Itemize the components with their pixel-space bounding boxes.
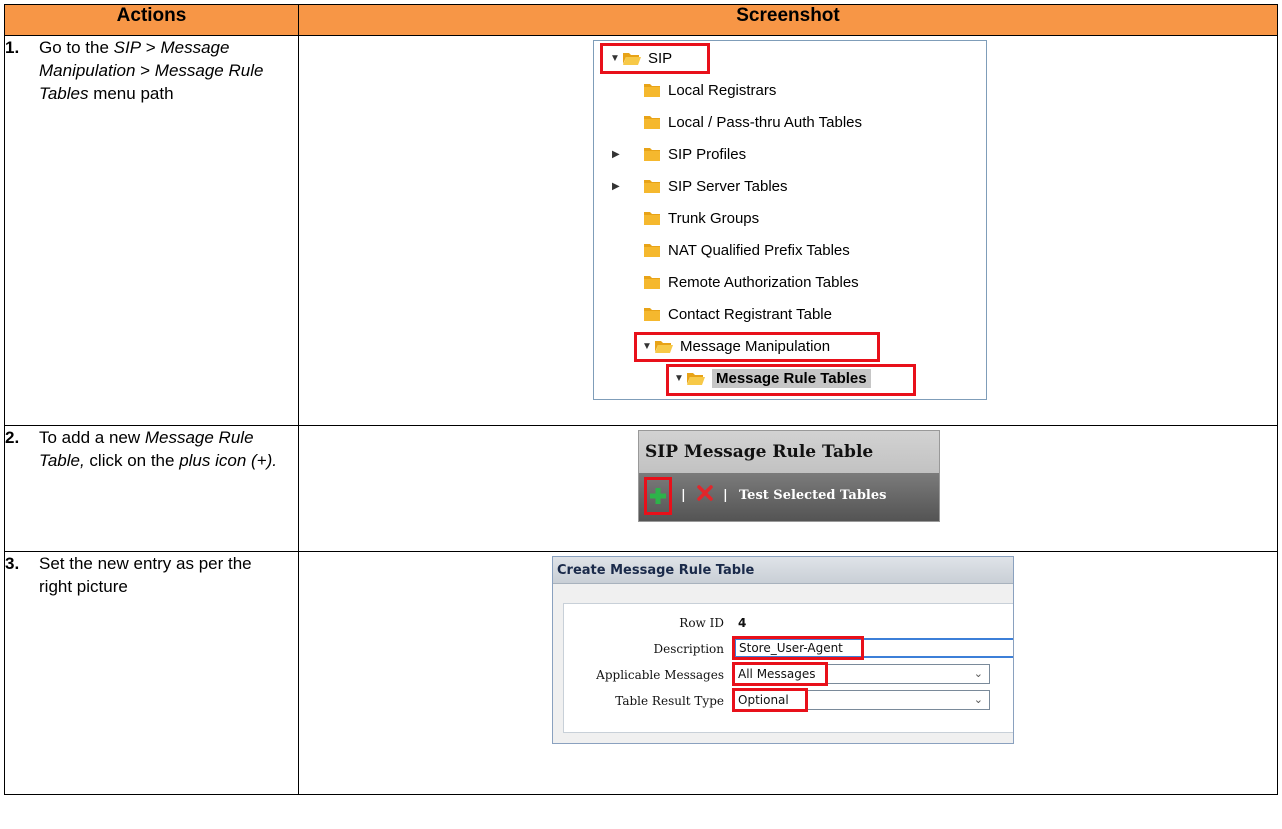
step-2-text: To add a new Message Rule Table, click o… (39, 428, 277, 470)
header-row: Actions Screenshot (4, 4, 1278, 36)
description-label: Description (653, 642, 724, 656)
step-number: 1. (5, 38, 20, 57)
screenshot-header: Screenshot (298, 4, 1278, 36)
step-row-3: 3. Set the new entry as per the right pic… (4, 551, 1278, 795)
folder-icon (642, 178, 662, 194)
step-row-2: 2. To add a new Message Rule Table, click… (4, 425, 1278, 552)
actions-header: Actions (4, 4, 299, 36)
highlight-message-manipulation (634, 332, 880, 362)
highlight-sip (600, 43, 710, 74)
folder-icon (642, 274, 662, 290)
sip-message-rule-table-panel: SIP Message Rule Table | | Test Selected… (638, 430, 940, 522)
folder-icon (642, 114, 662, 130)
tree-item-sip-profiles[interactable]: ▶ SIP Profiles (608, 141, 746, 167)
step-3-action: 3. Set the new entry as per the right pic… (4, 551, 299, 795)
panel-title: SIP Message Rule Table (639, 431, 939, 473)
step-row-1: 1. Go to the SIP > Message Manipulation >… (4, 35, 1278, 426)
highlight-message-rule-tables (666, 364, 916, 396)
tree-item-local-registrars[interactable]: Local Registrars (642, 77, 776, 103)
step-1-screenshot: ▼ SIP Local Registrars Local / Pass-thru… (298, 35, 1278, 426)
toolbar-separator: | (681, 488, 686, 503)
step-1-action: 1. Go to the SIP > Message Manipulation >… (4, 35, 299, 426)
dialog-title: Create Message Rule Table (553, 557, 1013, 584)
chevron-down-icon: ⌄ (973, 667, 983, 680)
step-number: 2. (5, 428, 20, 447)
applicable-messages-label: Applicable Messages (596, 668, 724, 682)
tree-item-remote-auth[interactable]: Remote Authorization Tables (642, 269, 859, 295)
chevron-down-icon: ⌄ (973, 693, 983, 706)
step-3-screenshot: Create Message Rule Table Row ID 4 Descr… (298, 551, 1278, 795)
step-2-action: 2. To add a new Message Rule Table, click… (4, 425, 299, 552)
collapsed-triangle-icon[interactable]: ▶ (608, 147, 642, 161)
form-body: Row ID 4 Description Store_User-Agent Ap… (563, 603, 1013, 733)
test-selected-tables-button[interactable]: Test Selected Tables (739, 488, 886, 503)
step-3-text: Set the new entry as per the right pictu… (39, 554, 252, 596)
collapsed-triangle-icon[interactable]: ▶ (608, 179, 642, 193)
toolbar-separator: | (723, 488, 728, 503)
folder-icon (642, 242, 662, 258)
tree-item-trunk-groups[interactable]: Trunk Groups (642, 205, 759, 231)
step-1-text: Go to the SIP > Message Manipulation > M… (39, 38, 264, 103)
step-2-screenshot: SIP Message Rule Table | | Test Selected… (298, 425, 1278, 552)
highlight-description (732, 636, 864, 660)
navigation-tree: ▼ SIP Local Registrars Local / Pass-thru… (593, 40, 987, 400)
tree-item-contact-registrant[interactable]: Contact Registrant Table (642, 301, 832, 327)
folder-icon (642, 306, 662, 322)
highlight-add-button (644, 477, 672, 515)
instruction-table: Actions Screenshot 1. Go to the SIP > Mes… (4, 4, 1278, 795)
tree-item-sip-server-tables[interactable]: ▶ SIP Server Tables (608, 173, 788, 199)
step-number: 3. (5, 554, 20, 573)
folder-icon (642, 146, 662, 162)
create-message-rule-table-dialog: Create Message Rule Table Row ID 4 Descr… (552, 556, 1014, 744)
tree-item-auth-tables[interactable]: Local / Pass-thru Auth Tables (642, 109, 862, 135)
highlight-table-result-type (732, 688, 808, 712)
row-id-value: 4 (738, 616, 747, 630)
delete-x-icon[interactable] (697, 485, 713, 501)
panel-toolbar: | | Test Selected Tables (639, 473, 939, 521)
row-id-label: Row ID (679, 616, 724, 630)
tree-item-nat-prefix[interactable]: NAT Qualified Prefix Tables (642, 237, 850, 263)
folder-icon (642, 210, 662, 226)
delete-button[interactable] (697, 485, 713, 505)
folder-icon (642, 82, 662, 98)
table-result-type-label: Table Result Type (615, 694, 724, 708)
highlight-applicable-messages (732, 662, 828, 686)
